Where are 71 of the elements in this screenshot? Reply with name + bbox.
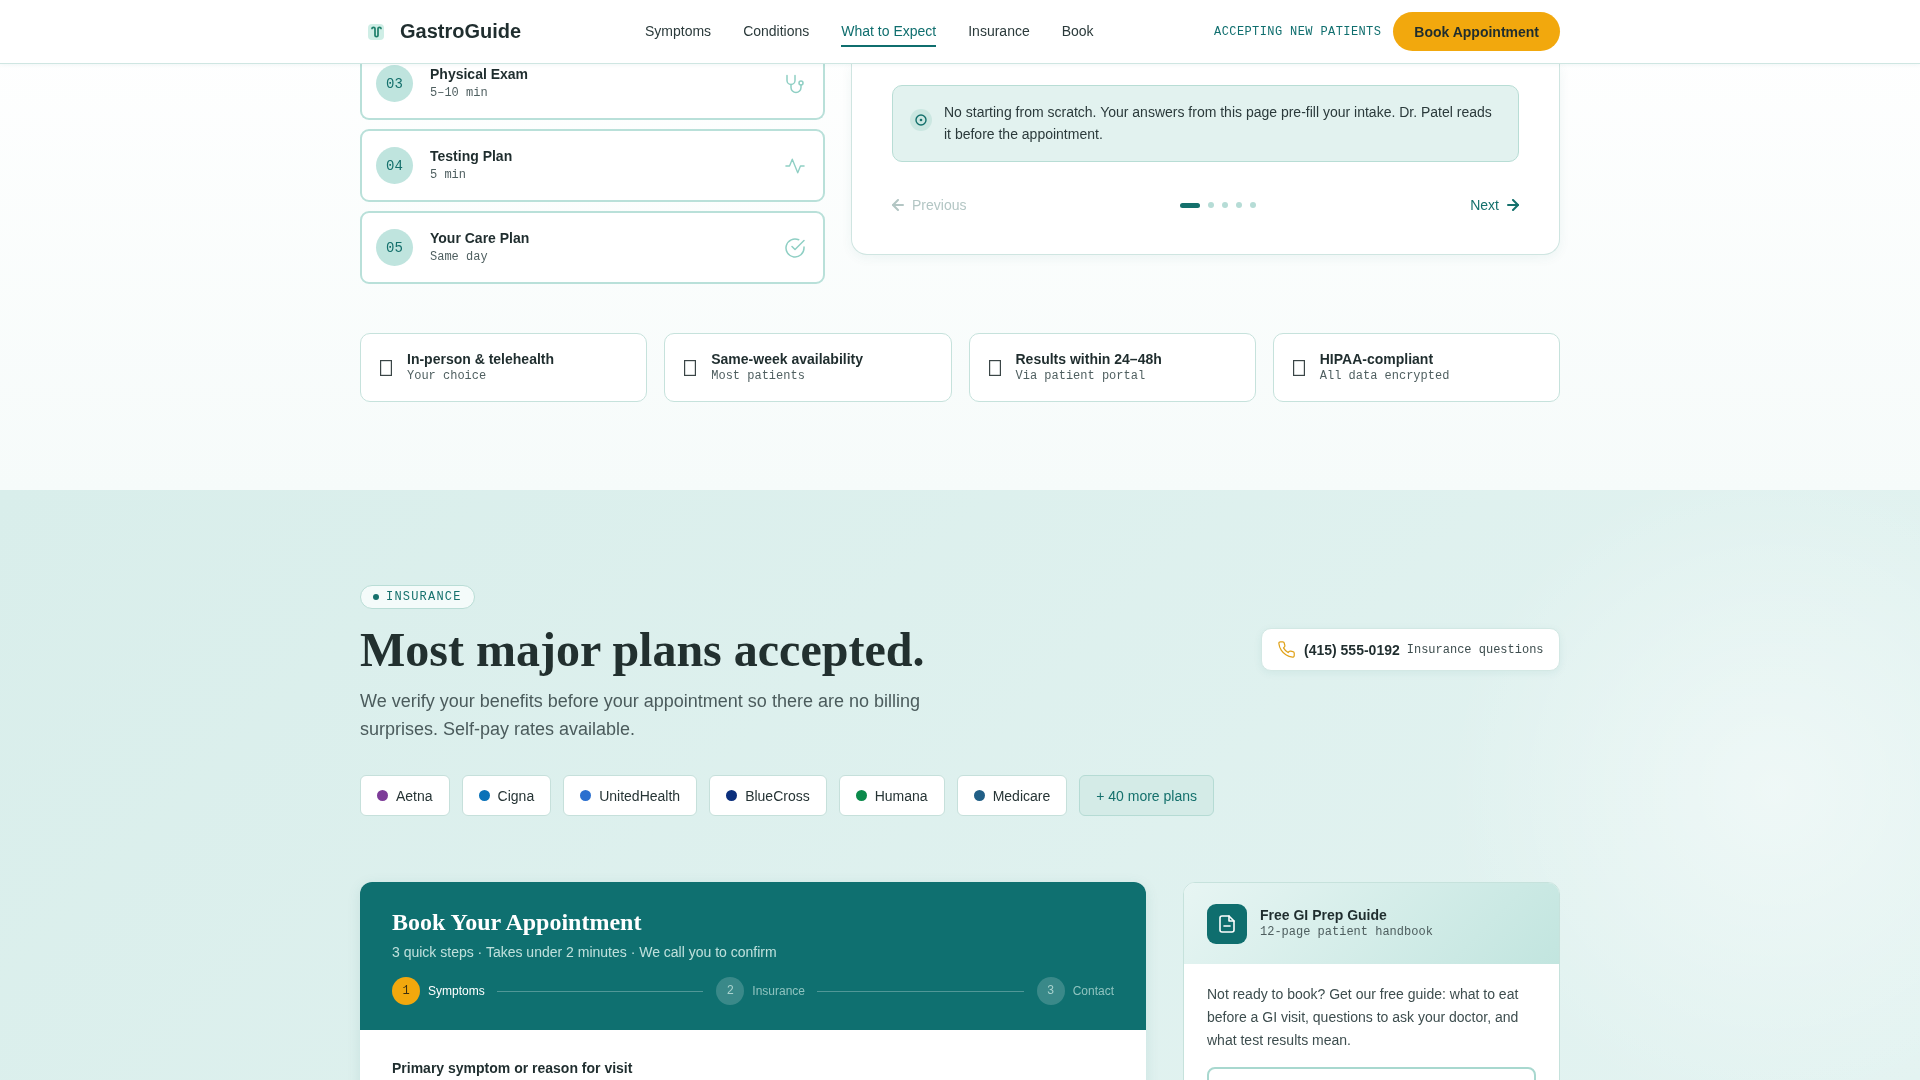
plan-name: Medicare [992,787,1051,804]
section-heading: Most major plans accepted. [360,622,926,678]
feature-title: Same-week availability [711,351,863,368]
step-duration: 5–10 min [430,86,488,101]
page-dot[interactable] [1236,202,1243,208]
tag-label: INSURANCE [386,590,462,604]
plan-name: Aetna [396,787,433,804]
step-card[interactable]: 04 Testing Plan 5 min [360,129,825,202]
arrow-right-icon [1507,199,1519,211]
progress-step-number: 3 [1036,977,1065,1005]
feature-subtitle: Most patients [711,369,805,384]
phone-number[interactable]: (415) 555-0192 [1304,641,1400,658]
step-title: Testing Plan [430,148,513,165]
step-duration: Same day [430,250,488,265]
progress-step-label: Symptoms [428,984,485,998]
more-plans-button[interactable]: + 40 more plans [1079,775,1215,816]
step-duration: 5 min [430,168,466,183]
booking-title: Book Your Appointment [392,908,643,937]
feature-subtitle: Via patient portal [1015,369,1146,384]
arrow-left-icon [892,199,904,211]
step-card[interactable]: 03 Physical Exam 5–10 min [360,64,825,120]
progress-step-label: Contact [1072,984,1114,998]
page-dot[interactable] [1208,202,1215,208]
step-card[interactable]: 05 Your Care Plan Same day [360,211,825,284]
rectangle-icon [684,359,697,376]
book-appointment-button[interactable]: Book Appointment [1393,12,1560,51]
progress-step-number: 2 [716,977,745,1005]
step-title: Your Care Plan [430,230,530,247]
status-label: ACCEPTING NEW PATIENTS [1214,24,1382,39]
progress-step-number: 1 [392,977,420,1005]
plan-name: Cigna [497,787,535,804]
nav-link[interactable]: Book [1061,16,1094,47]
section-description: We verify your benefits before your appointment so there are no billing surprises. Self-pay rates available. [360,690,921,741]
booking-subtitle: 3 quick steps · Takes under 2 minutes · We call you to confirm [392,943,778,962]
nav-link[interactable]: Conditions [743,16,810,47]
phone-label: Insurance questions [1406,642,1544,657]
step-title: Physical Exam [430,66,529,83]
step-number: 04 [376,147,413,184]
feature-title: In-person & telehealth [407,351,555,368]
feature-title: Results within 24–48h [1015,351,1162,368]
feature-title: HIPAA-compliant [1319,351,1434,368]
step-number: 05 [376,229,413,266]
progress-step-label: Insurance [752,984,805,998]
guide-title: Free GI Prep Guide [1260,907,1387,924]
logo-icon [368,23,384,40]
guide-subtitle: 12-page patient handbook [1260,925,1433,940]
nav-link[interactable]: Symptoms [645,16,712,47]
page-dot[interactable] [1222,202,1229,208]
rectangle-icon [1292,359,1305,376]
check-circle-icon [785,237,805,258]
nav-link[interactable]: Insurance [968,16,1030,47]
rectangle-icon [380,359,392,376]
stethoscope-icon [785,73,805,94]
feature-subtitle: All data encrypted [1319,369,1450,384]
plan-name: Humana [874,787,928,804]
plan-name: UnitedHealth [599,787,681,804]
plan-name: BlueCross [745,787,810,804]
nav-link[interactable]: What to Expect [841,16,937,47]
target-icon [910,109,932,131]
brand-name[interactable]: GastroGuide [400,20,522,43]
note-text: No starting from scratch. Your answers from this page pre-fill your intake. Dr. Patel reads it before the appointment. [944,103,1493,144]
step-number: 03 [376,65,413,102]
rectangle-icon [988,359,1001,376]
tag-dot-icon [373,594,379,600]
document-icon [1207,903,1247,944]
guide-description: Not ready to book? Get our free guide: what to eat before a GI visit, questions to ask your doctor, and what test results mean. [1207,985,1520,1050]
field-label: Primary symptom or reason for visit [392,1060,633,1076]
next-button[interactable]: Next [1470,197,1519,213]
feature-subtitle: Your choice [407,369,487,384]
phone-icon [1278,641,1295,658]
page-dot[interactable] [1250,202,1257,208]
